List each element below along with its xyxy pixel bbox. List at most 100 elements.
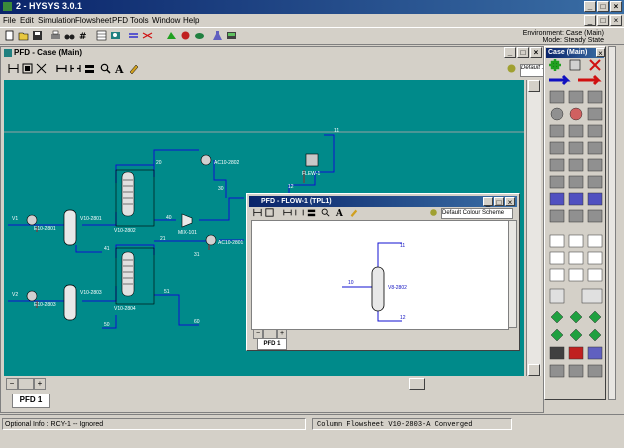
sub-zoom-in[interactable]: +: [277, 329, 287, 339]
pid-icon[interactable]: [568, 364, 584, 378]
adjust-icon[interactable]: [569, 310, 583, 324]
lng-icon[interactable]: [587, 124, 603, 138]
pump-icon[interactable]: [549, 141, 565, 155]
composition-icon[interactable]: [194, 30, 205, 41]
logic-op-9-icon[interactable]: [587, 268, 603, 282]
sub-scheme-dropdown[interactable]: Default Colour Scheme: [441, 208, 513, 219]
fired-heater-icon[interactable]: [568, 124, 584, 138]
scheme-dropdown[interactable]: Default ...: [520, 64, 544, 77]
component-splitter-icon[interactable]: [587, 209, 603, 223]
exchanger-icon[interactable]: [587, 107, 603, 121]
logic-op-6-icon[interactable]: [587, 251, 603, 265]
column-v4[interactable]: [115, 247, 155, 305]
three-phase-icon[interactable]: [568, 90, 584, 104]
sub-tab-pfd-1[interactable]: PFD 1: [257, 339, 287, 350]
menu-window[interactable]: Window: [152, 16, 180, 25]
logic-op-3-icon[interactable]: [587, 234, 603, 248]
scroll-up-button[interactable]: [528, 80, 540, 92]
template-icon[interactable]: [581, 288, 603, 304]
air-cooler-e4[interactable]: [205, 234, 217, 246]
data-recorder-icon[interactable]: [226, 30, 237, 41]
menu-pfd[interactable]: PFD: [112, 16, 128, 25]
horizontal-scroll-thumb[interactable]: [409, 378, 425, 390]
globe-icon[interactable]: [568, 346, 584, 360]
maximize-button[interactable]: □: [597, 1, 609, 12]
expander-icon[interactable]: [587, 141, 603, 155]
distillation-icon[interactable]: [549, 209, 565, 223]
recycle-icon[interactable]: [550, 328, 564, 342]
pfd-sub-canvas[interactable]: 10 11 12 V8-2802: [251, 220, 509, 330]
zoom-fit-button[interactable]: [18, 378, 34, 390]
menu-edit[interactable]: Edit: [20, 16, 34, 25]
palette-close[interactable]: ×: [596, 48, 605, 58]
controller-icon[interactable]: [588, 328, 602, 342]
heater-icon[interactable]: [550, 107, 564, 121]
attach-mode-icon[interactable]: [56, 63, 67, 74]
colour-scheme-icon[interactable]: [128, 63, 139, 74]
column-v3[interactable]: [115, 169, 155, 227]
pfd-sub-minimize[interactable]: _: [483, 197, 493, 207]
menu-tools[interactable]: Tools: [130, 16, 149, 25]
solver-hold-icon[interactable]: [180, 30, 191, 41]
logic-op-5-icon[interactable]: [568, 251, 584, 265]
zoom-in-button[interactable]: +: [34, 378, 46, 390]
child-close-button[interactable]: ×: [610, 15, 622, 26]
sub-zoom-icon[interactable]: [321, 208, 330, 217]
pfd-main-close[interactable]: ×: [530, 47, 542, 58]
tee-icon[interactable]: [587, 158, 603, 172]
sub-vessel[interactable]: [371, 266, 385, 312]
solver-active-icon[interactable]: [166, 30, 177, 41]
cooler-icon[interactable]: [569, 107, 583, 121]
minimize-button[interactable]: _: [584, 1, 596, 12]
exchanger-e2[interactable]: [26, 290, 38, 302]
spreadsheet-icon[interactable]: [550, 310, 564, 324]
menu-help[interactable]: Help: [183, 16, 199, 25]
pfr-p1[interactable]: [305, 153, 319, 167]
material-stream-icon[interactable]: [549, 74, 571, 86]
mixer-icon[interactable]: [568, 158, 584, 172]
print-icon[interactable]: [50, 30, 61, 41]
break-connection-icon[interactable]: [70, 63, 81, 74]
air-cooler-e3[interactable]: [200, 154, 212, 166]
logic-op-7-icon[interactable]: [549, 268, 565, 282]
sub-zoom-all-icon[interactable]: [253, 208, 262, 217]
add-object-icon[interactable]: [549, 59, 561, 71]
scroll-down-button[interactable]: [528, 364, 540, 376]
pfd-main-maximize[interactable]: □: [517, 47, 529, 58]
align-icon[interactable]: [84, 63, 95, 74]
logic-op-8-icon[interactable]: [568, 268, 584, 282]
sub-zoom-out[interactable]: −: [253, 329, 263, 339]
menu-file[interactable]: File: [3, 16, 16, 25]
logic-op-2-icon[interactable]: [568, 234, 584, 248]
sub-break-icon[interactable]: [295, 208, 304, 217]
sub-text-icon[interactable]: A: [335, 208, 344, 217]
sub-colour-icon[interactable]: [349, 208, 358, 217]
reboiled-absorber-icon[interactable]: [587, 192, 603, 206]
column-icon[interactable]: [549, 192, 565, 206]
compressor-icon[interactable]: [568, 141, 584, 155]
sub-vscroll[interactable]: [508, 220, 517, 328]
new-file-icon[interactable]: [4, 30, 15, 41]
auto-position-icon[interactable]: [36, 63, 47, 74]
reactor-icon[interactable]: [587, 175, 603, 189]
separator-icon[interactable]: [549, 90, 565, 104]
zoom-all-icon[interactable]: [8, 63, 19, 74]
palette-scrollbar[interactable]: [608, 46, 616, 400]
child-minimize-button[interactable]: _: [584, 15, 596, 26]
cancel-icon[interactable]: [589, 59, 601, 71]
sub-zoom-fit[interactable]: [263, 329, 277, 339]
flask-icon[interactable]: [212, 30, 223, 41]
text-label-icon[interactable]: A: [114, 63, 125, 74]
size-mode-icon[interactable]: [22, 63, 33, 74]
valve-icon[interactable]: [549, 158, 565, 172]
pfd-vertical-scrollbar[interactable]: [526, 80, 541, 376]
tab-pfd-1[interactable]: PFD 1: [12, 394, 50, 408]
transfer-function-icon[interactable]: [549, 364, 565, 378]
set-icon[interactable]: [588, 310, 602, 324]
pfd-main-minimize[interactable]: _: [504, 47, 516, 58]
energy-stream-icon[interactable]: [142, 30, 153, 41]
close-button[interactable]: ×: [610, 1, 622, 12]
pfd-sub-close[interactable]: ×: [505, 197, 515, 207]
menu-flowsheet[interactable]: Flowsheet: [75, 16, 111, 25]
selector-icon[interactable]: [587, 346, 603, 360]
